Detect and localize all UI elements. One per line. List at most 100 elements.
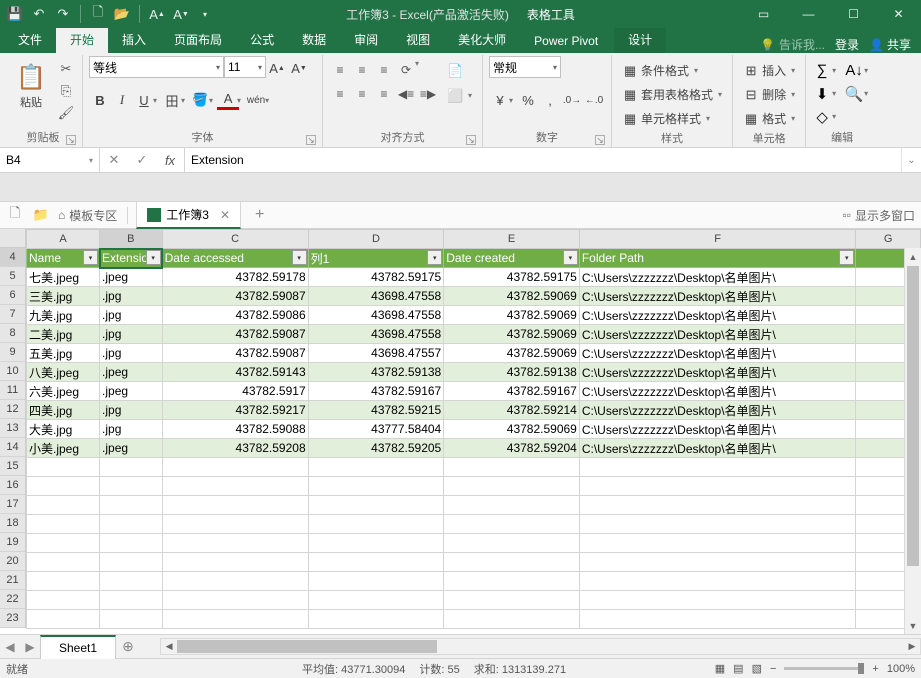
grow-font-icon[interactable]: A▲ bbox=[266, 58, 288, 80]
vscroll-thumb[interactable] bbox=[907, 266, 919, 566]
cell[interactable]: C:\Users\zzzzzzz\Desktop\名单图片\ bbox=[579, 401, 855, 420]
cell[interactable] bbox=[579, 572, 855, 591]
cell[interactable] bbox=[100, 610, 163, 629]
format-as-table-button[interactable]: ▦套用表格格式▾ bbox=[618, 83, 726, 106]
cell[interactable] bbox=[308, 458, 444, 477]
row-header[interactable]: 14 bbox=[0, 438, 25, 457]
share-button[interactable]: 👤 共享 bbox=[869, 36, 911, 53]
undo-icon[interactable]: ↶ bbox=[30, 5, 48, 23]
insert-function-icon[interactable]: fx bbox=[156, 153, 184, 168]
cell[interactable] bbox=[100, 458, 163, 477]
cell[interactable] bbox=[308, 591, 444, 610]
view-page-break-icon[interactable]: ▧ bbox=[752, 662, 762, 675]
cell[interactable] bbox=[162, 477, 308, 496]
scroll-down-icon[interactable]: ▼ bbox=[905, 617, 921, 634]
close-tab-icon[interactable]: ✕ bbox=[220, 208, 230, 222]
cell[interactable]: 二美.jpg bbox=[27, 325, 100, 344]
cell[interactable]: 43698.47558 bbox=[308, 325, 444, 344]
cell[interactable]: .jpg bbox=[100, 420, 163, 439]
col-header-G[interactable]: G bbox=[856, 230, 921, 249]
horizontal-scrollbar[interactable]: ◀ ▶ bbox=[160, 638, 921, 655]
table-header-cell[interactable]: Name▾ bbox=[27, 249, 100, 268]
cell[interactable] bbox=[162, 515, 308, 534]
cell[interactable]: 43782.59087 bbox=[162, 287, 308, 306]
row-header[interactable]: 5 bbox=[0, 267, 25, 286]
cell[interactable]: 三美.jpg bbox=[27, 287, 100, 306]
cell[interactable]: 43782.59069 bbox=[444, 344, 580, 363]
border-button[interactable]: 田 bbox=[161, 89, 183, 111]
row-header[interactable]: 7 bbox=[0, 305, 25, 324]
tab-beautify[interactable]: 美化大师 bbox=[444, 26, 520, 53]
insert-cells-button[interactable]: ⊞插入▾ bbox=[739, 59, 799, 82]
tell-me-search[interactable]: 💡 告诉我... bbox=[760, 36, 825, 53]
zoom-out-icon[interactable]: − bbox=[770, 663, 776, 675]
wrap-text-button[interactable]: 📄 bbox=[443, 59, 476, 82]
number-launcher-icon[interactable]: ↘ bbox=[595, 135, 605, 145]
sheet-tab-sheet1[interactable]: Sheet1 bbox=[40, 635, 116, 659]
cell[interactable]: .jpeg bbox=[100, 439, 163, 458]
table-header-cell[interactable]: 列1▾ bbox=[308, 249, 444, 268]
clipboard-launcher-icon[interactable]: ↘ bbox=[66, 135, 76, 145]
scroll-left-icon[interactable]: ◀ bbox=[161, 639, 177, 654]
comma-format-icon[interactable]: , bbox=[539, 89, 561, 111]
cell[interactable] bbox=[444, 572, 580, 591]
select-all-corner[interactable] bbox=[0, 229, 26, 248]
open-icon[interactable]: 📂 bbox=[113, 5, 131, 23]
tab-view[interactable]: 视图 bbox=[392, 26, 444, 53]
filter-dropdown-icon[interactable]: ▾ bbox=[83, 250, 98, 265]
cell[interactable] bbox=[444, 610, 580, 629]
multi-window-toggle[interactable]: ▫▫ 显示多窗口 bbox=[842, 207, 915, 224]
name-box[interactable]: B4▾ bbox=[0, 148, 100, 172]
row-header[interactable]: 8 bbox=[0, 324, 25, 343]
clear-icon[interactable]: ◇ bbox=[812, 108, 832, 126]
cell[interactable]: 43777.58404 bbox=[308, 420, 444, 439]
row-header[interactable]: 6 bbox=[0, 286, 25, 305]
cell[interactable]: 小美.jpeg bbox=[27, 439, 100, 458]
cell[interactable] bbox=[162, 534, 308, 553]
align-top-icon[interactable]: ≡ bbox=[329, 59, 351, 81]
cell[interactable]: C:\Users\zzzzzzz\Desktop\名单图片\ bbox=[579, 439, 855, 458]
cell[interactable]: .jpeg bbox=[100, 268, 163, 287]
cell[interactable] bbox=[579, 610, 855, 629]
cell[interactable] bbox=[444, 458, 580, 477]
row-header[interactable]: 10 bbox=[0, 362, 25, 381]
cell[interactable]: .jpg bbox=[100, 306, 163, 325]
filter-dropdown-icon[interactable]: ▾ bbox=[839, 250, 854, 265]
cell[interactable]: 43698.47557 bbox=[308, 344, 444, 363]
cell[interactable]: 43782.59143 bbox=[162, 363, 308, 382]
ribbon-display-options-icon[interactable]: ▭ bbox=[741, 0, 786, 28]
col-header-B[interactable]: B bbox=[100, 230, 163, 249]
cell[interactable]: C:\Users\zzzzzzz\Desktop\名单图片\ bbox=[579, 420, 855, 439]
cell[interactable] bbox=[579, 515, 855, 534]
cell[interactable] bbox=[579, 477, 855, 496]
cell[interactable]: 八美.jpeg bbox=[27, 363, 100, 382]
cell[interactable]: C:\Users\zzzzzzz\Desktop\名单图片\ bbox=[579, 325, 855, 344]
filter-dropdown-icon[interactable]: ▾ bbox=[146, 250, 161, 265]
login-button[interactable]: 登录 bbox=[835, 36, 859, 53]
zoom-in-icon[interactable]: + bbox=[872, 663, 878, 675]
cell[interactable]: 43782.59175 bbox=[444, 268, 580, 287]
cell[interactable] bbox=[579, 591, 855, 610]
new-doc-icon[interactable]: 🗋 bbox=[6, 206, 24, 224]
expand-formula-bar-icon[interactable]: ⌄ bbox=[901, 148, 921, 172]
cell[interactable]: 43782.59215 bbox=[308, 401, 444, 420]
paste-button[interactable]: 📋 粘贴 bbox=[10, 56, 52, 110]
font-size-combo[interactable]: 11▾ bbox=[224, 56, 266, 78]
number-format-combo[interactable]: 常规▾ bbox=[489, 56, 561, 78]
cell[interactable] bbox=[308, 477, 444, 496]
cell[interactable] bbox=[308, 572, 444, 591]
italic-button[interactable]: I bbox=[111, 89, 133, 111]
save-icon[interactable]: 💾 bbox=[6, 5, 24, 23]
cell[interactable] bbox=[308, 610, 444, 629]
cell[interactable] bbox=[444, 553, 580, 572]
cell[interactable]: C:\Users\zzzzzzz\Desktop\名单图片\ bbox=[579, 306, 855, 325]
cell[interactable]: 43782.59175 bbox=[308, 268, 444, 287]
cell[interactable] bbox=[27, 572, 100, 591]
cell[interactable]: 43782.59087 bbox=[162, 325, 308, 344]
cell[interactable] bbox=[308, 534, 444, 553]
cell[interactable]: 九美.jpg bbox=[27, 306, 100, 325]
cell[interactable]: 43782.59087 bbox=[162, 344, 308, 363]
cut-icon[interactable]: ✂ bbox=[56, 59, 76, 79]
cell[interactable] bbox=[162, 610, 308, 629]
cell[interactable]: 43782.59217 bbox=[162, 401, 308, 420]
